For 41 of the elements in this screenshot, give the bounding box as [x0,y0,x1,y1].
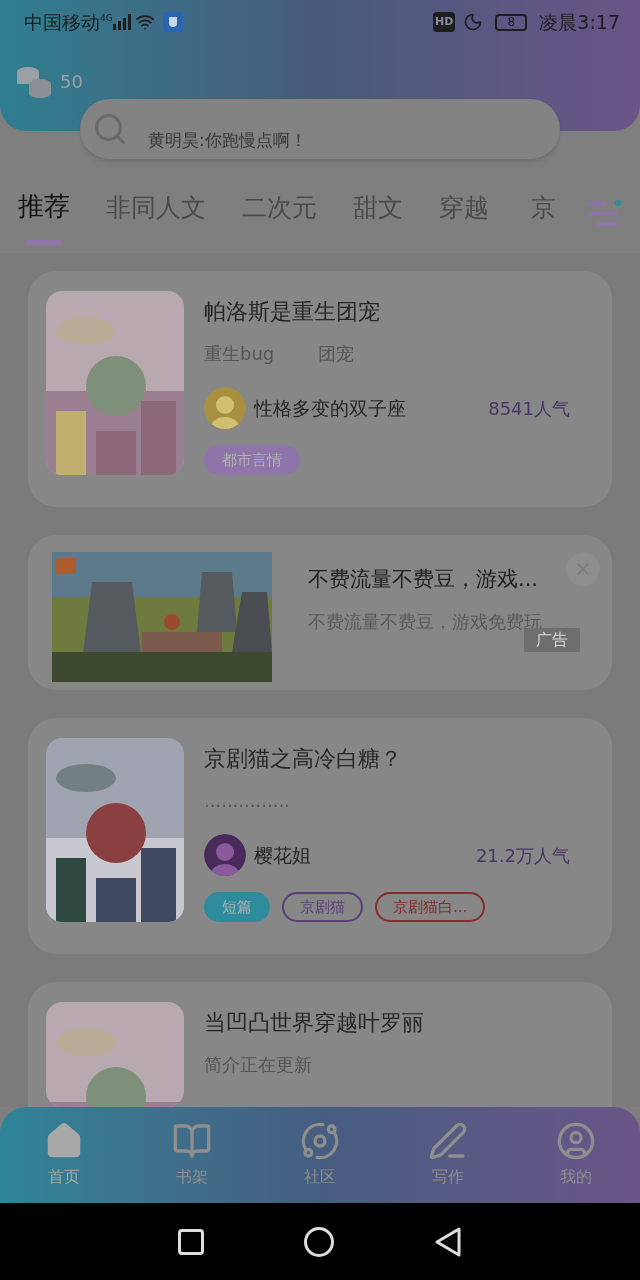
popularity-count: 21.2万人气 [475,843,570,868]
ad-title: 不费流量不费豆，游戏... [308,566,539,593]
book-keyword: ............... [204,789,290,813]
shield-icon [162,12,183,32]
nav-tab[interactable]: 社区 [256,1121,384,1189]
recent-apps-button[interactable] [178,1228,204,1255]
tag[interactable]: 短篇 [204,892,270,922]
ad-badge: 广告 [524,627,580,652]
coin-count: 50 [60,69,83,94]
wifi-icon [134,12,155,32]
carrier-name: 中国移动 [24,9,100,35]
nav-tab[interactable]: 首页 [0,1121,128,1189]
clock: 凌晨3:17 [539,9,620,35]
moon-icon [463,12,484,32]
pencil-icon [428,1121,468,1161]
network-type: 4G [100,12,113,23]
tag[interactable]: 京剧猫 [282,892,363,922]
category-tab[interactable]: 推荐 [18,187,70,245]
search-field[interactable]: 黄明昊:你跑慢点啊！ [80,99,560,159]
search-icon [92,111,128,147]
tag[interactable]: 都市言情 [204,445,300,475]
back-button[interactable] [434,1226,462,1257]
book-title: 京剧猫之高冷白糖？ [204,745,403,773]
nav-tab[interactable]: 书架 [128,1121,256,1189]
author-name: 樱花姐 [254,842,312,868]
hd-badge: HD [433,12,456,32]
book-title: 当凹凸世界穿越叶罗丽 [204,1009,425,1037]
author-name: 性格多变的双子座 [254,395,407,421]
user-icon [556,1121,596,1161]
nav-tab[interactable]: 我的 [512,1121,640,1189]
planet-icon [300,1121,340,1161]
home-button[interactable] [304,1226,334,1257]
tag[interactable]: 京剧猫白... [375,892,486,922]
signal-icon [112,14,131,30]
book-card[interactable]: 京剧猫之高冷白糖？ ............... 樱花姐 21.2万人气 短篇 京剧猫 京剧猫白... [28,718,612,954]
book-title: 帕洛斯是重生团宠 [204,298,381,326]
popularity-count: 8541人气 [488,396,570,421]
nav-tab[interactable]: 写作 [384,1121,512,1189]
battery-icon: 8 [495,13,528,31]
coins-icon [16,64,52,98]
search-hint: 黄明昊:你跑慢点啊！ [148,129,307,153]
